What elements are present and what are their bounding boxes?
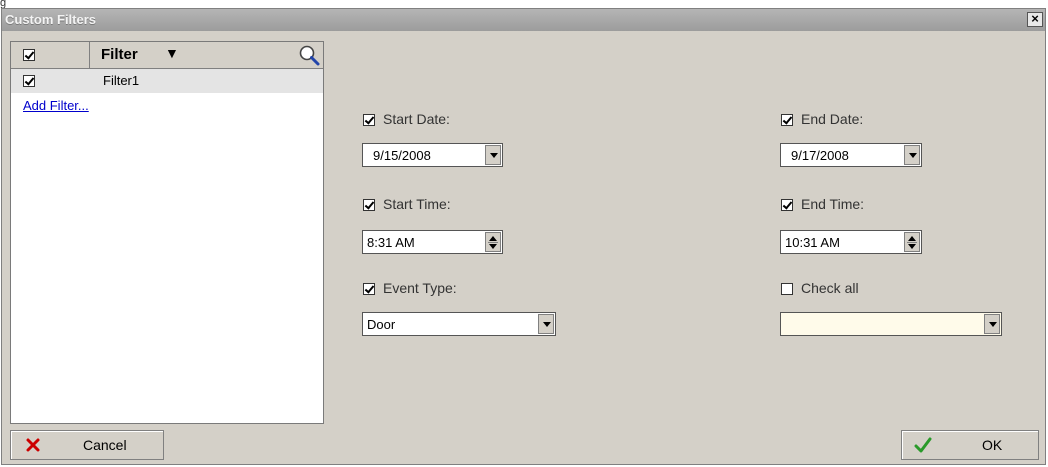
- cancel-button[interactable]: Cancel: [10, 430, 164, 460]
- select-all-checkbox[interactable]: [23, 49, 35, 61]
- check-all-checkbox[interactable]: [781, 283, 793, 295]
- start-time-checkbox[interactable]: [363, 199, 375, 211]
- end-time-label: End Time:: [801, 196, 865, 212]
- event-type-dropdown-button[interactable]: [538, 314, 554, 334]
- end-time-spin-buttons[interactable]: [904, 232, 920, 252]
- close-button[interactable]: ×: [1027, 12, 1043, 27]
- check-all-select[interactable]: [780, 312, 1002, 336]
- event-type-select[interactable]: Door: [362, 312, 556, 336]
- filter-row[interactable]: Filter1: [11, 69, 323, 93]
- check-all-dropdown-button[interactable]: [984, 314, 1000, 334]
- end-date-dropdown-button[interactable]: [904, 145, 920, 165]
- start-date-label: Start Date:: [383, 111, 450, 127]
- spin-down-icon[interactable]: [908, 244, 916, 249]
- check-all-label: Check all: [801, 280, 859, 296]
- event-type-label: Event Type:: [383, 280, 457, 296]
- start-date-value: 9/15/2008: [373, 148, 431, 163]
- start-date-picker[interactable]: 9/15/2008: [362, 143, 503, 167]
- spin-down-icon[interactable]: [489, 244, 497, 249]
- event-type-value: Door: [367, 317, 396, 332]
- spin-up-icon[interactable]: [908, 236, 916, 241]
- filter-grid-header: Filter ▼: [11, 42, 323, 69]
- end-date-picker[interactable]: 9/17/2008: [780, 143, 922, 167]
- end-time-value[interactable]: 10:31 AM: [785, 235, 840, 250]
- close-icon: ×: [1031, 11, 1039, 26]
- check-icon: [914, 437, 932, 453]
- ok-label: OK: [982, 437, 1003, 453]
- spin-up-icon[interactable]: [489, 236, 497, 241]
- end-time-checkbox[interactable]: [781, 199, 793, 211]
- custom-filters-dialog: Custom Filters × Filter ▼ Filter1 Add Fi…: [1, 8, 1046, 465]
- x-icon: [26, 438, 40, 452]
- filter-row-label: Filter1: [103, 73, 140, 88]
- end-date-value: 9/17/2008: [791, 148, 849, 163]
- sort-arrow-icon[interactable]: ▼: [165, 45, 179, 61]
- start-time-value[interactable]: 8:31 AM: [367, 235, 415, 250]
- start-date-checkbox[interactable]: [363, 114, 375, 126]
- dialog-title-bar[interactable]: Custom Filters ×: [2, 9, 1045, 31]
- start-time-label: Start Time:: [383, 196, 451, 212]
- search-icon[interactable]: [297, 44, 321, 66]
- header-check-cell: [11, 42, 90, 68]
- start-time-spinner[interactable]: 8:31 AM: [362, 230, 503, 254]
- end-date-label: End Date:: [801, 111, 864, 127]
- add-filter-link[interactable]: Add Filter...: [23, 98, 89, 113]
- event-type-checkbox[interactable]: [363, 283, 375, 295]
- spin-divider: [907, 242, 917, 243]
- start-time-spin-buttons[interactable]: [485, 232, 501, 252]
- filter-column-header[interactable]: Filter: [101, 46, 138, 63]
- filter-list-panel: Filter ▼ Filter1 Add Filter...: [10, 41, 324, 424]
- end-time-spinner[interactable]: 10:31 AM: [780, 230, 922, 254]
- end-date-checkbox[interactable]: [781, 114, 793, 126]
- dialog-title: Custom Filters: [5, 12, 97, 27]
- spin-divider: [488, 242, 498, 243]
- filter-row-checkbox[interactable]: [23, 75, 35, 87]
- ok-button[interactable]: OK: [901, 430, 1039, 460]
- cancel-label: Cancel: [83, 437, 127, 453]
- start-date-dropdown-button[interactable]: [485, 145, 501, 165]
